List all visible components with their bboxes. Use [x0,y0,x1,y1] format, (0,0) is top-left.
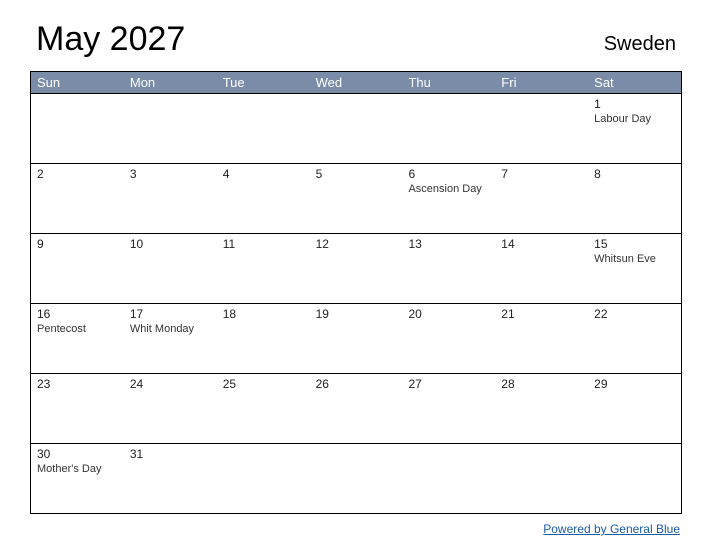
day-cell: 28 [495,374,588,443]
day-cell: 5 [310,164,403,233]
day-cell: 31 [124,444,217,513]
weekday-fri: Fri [495,72,588,93]
day-cell: 23 [31,374,124,443]
day-cell: 11 [217,234,310,303]
day-number: 31 [130,447,211,461]
day-number: 28 [501,377,582,391]
day-number: 7 [501,167,582,181]
weekday-thu: Thu [402,72,495,93]
day-cell [588,444,681,513]
day-cell: 24 [124,374,217,443]
day-cell: 15 Whitsun Eve [588,234,681,303]
day-event: Mother's Day [37,463,118,475]
week-row: 30 Mother's Day 31 [31,443,681,513]
day-number: 13 [408,237,489,251]
day-cell: 16 Pentecost [31,304,124,373]
day-number: 26 [316,377,397,391]
day-event: Pentecost [37,323,118,335]
day-cell [402,444,495,513]
weekday-sat: Sat [588,72,681,93]
day-cell [310,94,403,163]
day-number: 29 [594,377,675,391]
weekday-mon: Mon [124,72,217,93]
day-cell: 18 [217,304,310,373]
day-cell: 7 [495,164,588,233]
calendar-header: May 2027 Sweden [30,20,682,59]
day-event: Whit Monday [130,323,211,335]
day-cell: 9 [31,234,124,303]
day-cell: 25 [217,374,310,443]
day-cell [402,94,495,163]
day-cell [217,94,310,163]
day-number: 6 [408,167,489,181]
weekday-sun: Sun [31,72,124,93]
day-cell: 20 [402,304,495,373]
day-number: 9 [37,237,118,251]
day-number: 23 [37,377,118,391]
footer: Powered by General Blue [30,520,682,538]
day-event: Ascension Day [408,183,489,195]
week-row: 1 Labour Day [31,93,681,163]
day-number: 4 [223,167,304,181]
day-cell: 4 [217,164,310,233]
day-number: 8 [594,167,675,181]
day-number: 21 [501,307,582,321]
day-cell: 22 [588,304,681,373]
day-number: 17 [130,307,211,321]
day-number: 27 [408,377,489,391]
day-number: 2 [37,167,118,181]
day-cell: 1 Labour Day [588,94,681,163]
day-cell: 13 [402,234,495,303]
day-cell [217,444,310,513]
day-number: 1 [594,97,675,111]
day-cell: 29 [588,374,681,443]
day-cell: 21 [495,304,588,373]
day-number: 30 [37,447,118,461]
day-cell: 2 [31,164,124,233]
day-cell: 30 Mother's Day [31,444,124,513]
day-number: 5 [316,167,397,181]
day-number: 10 [130,237,211,251]
day-number: 15 [594,237,675,251]
day-cell [31,94,124,163]
day-cell: 6 Ascension Day [402,164,495,233]
calendar-grid: Sun Mon Tue Wed Thu Fri Sat 1Labour Day … [30,71,682,514]
day-number: 11 [223,237,304,251]
week-row: 16 Pentecost 17 Whit Monday 18 19 20 21 22 [31,303,681,373]
day-cell [310,444,403,513]
powered-by-link[interactable]: Powered by General Blue [543,522,680,536]
week-row: 23 24 25 26 27 28 29 [31,373,681,443]
week-row: 9 10 11 12 13 14 15 Whitsun Eve [31,233,681,303]
day-cell [495,444,588,513]
day-number: 24 [130,377,211,391]
day-cell: 14 [495,234,588,303]
day-cell: 12 [310,234,403,303]
day-event: Whitsun Eve [594,253,675,265]
weekday-header-row: Sun Mon Tue Wed Thu Fri Sat [31,72,681,93]
day-cell: 10 [124,234,217,303]
day-cell: 3 [124,164,217,233]
day-cell [124,94,217,163]
week-row: 2 3 4 5 6 Ascension Day 7 8 [31,163,681,233]
day-number: 22 [594,307,675,321]
day-number: 19 [316,307,397,321]
page-title: May 2027 [36,20,185,59]
day-number: 14 [501,237,582,251]
day-cell: 26 [310,374,403,443]
day-event: Labour Day [594,113,675,125]
day-number: 16 [37,307,118,321]
day-number: 3 [130,167,211,181]
day-number: 20 [408,307,489,321]
weekday-tue: Tue [217,72,310,93]
day-cell: 8 [588,164,681,233]
day-cell: 17 Whit Monday [124,304,217,373]
day-number: 18 [223,307,304,321]
weekday-wed: Wed [310,72,403,93]
day-cell: 27 [402,374,495,443]
day-number: 25 [223,377,304,391]
day-number: 12 [316,237,397,251]
region-label: Sweden [604,33,676,56]
day-cell [495,94,588,163]
day-cell: 19 [310,304,403,373]
